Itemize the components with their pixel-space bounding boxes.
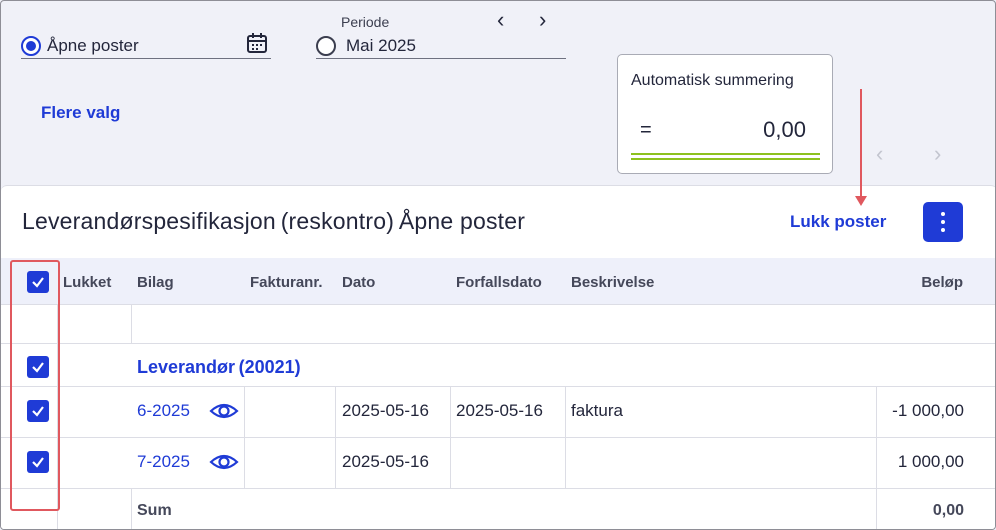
checkmark-icon	[32, 457, 44, 468]
close-posts-button[interactable]: Lukk poster	[790, 212, 886, 232]
summary-operator: =	[640, 119, 652, 141]
calendar-icon[interactable]	[246, 32, 268, 54]
row-dato: 2025-05-16	[342, 452, 429, 471]
annotation-arrow-head	[855, 196, 867, 206]
summary-underline-top	[631, 153, 820, 155]
radio-open-posts-label: Åpne poster	[47, 36, 139, 55]
summary-underline-bottom	[631, 158, 820, 160]
page-title: Leverandørspesifikasjon (reskontro) Åpne…	[22, 208, 526, 234]
pager-prev-icon[interactable]: ‹	[876, 143, 883, 165]
supplier-group-label[interactable]: Leverandør (20021)	[137, 357, 301, 378]
table-row: 7-2025 2025-05-16 1 000,00	[1, 438, 995, 489]
row-bilag-link[interactable]: 6-2025	[137, 401, 190, 421]
automatic-summary-card: Automatisk summering = 0,00	[617, 54, 833, 174]
row-belop: 1 000,00	[897, 452, 964, 471]
eye-icon[interactable]	[209, 401, 239, 421]
chevron-left-icon[interactable]: ‹	[497, 9, 504, 31]
col-beskrivelse[interactable]: Beskrivelse	[571, 274, 654, 291]
divider	[335, 387, 336, 489]
kebab-menu-icon[interactable]	[923, 202, 963, 242]
app-frame: Åpne poster Periode ‹ › Mai 2025 Flere v…	[0, 0, 996, 530]
row-forfallsdato: 2025-05-16	[456, 401, 543, 420]
open-posts-underline	[21, 58, 271, 59]
table-row-empty	[1, 305, 995, 344]
table-row-sum: Sum 0,00	[1, 489, 995, 529]
summary-value: 0,00	[763, 117, 806, 142]
group-checkbox[interactable]	[27, 356, 49, 378]
radio-period[interactable]: Mai 2025	[316, 36, 416, 56]
checkmark-icon	[32, 277, 44, 288]
row-checkbox[interactable]	[27, 400, 49, 422]
row-checkbox[interactable]	[27, 451, 49, 473]
period-underline	[316, 58, 566, 59]
divider	[565, 387, 566, 489]
pager-next-icon[interactable]: ›	[934, 143, 941, 165]
table-row: 6-2025 2025-05-16 2025-05-16 faktura -1 …	[1, 387, 995, 438]
annotation-arrow-line	[860, 89, 862, 199]
eye-icon[interactable]	[209, 452, 239, 472]
select-all-checkbox[interactable]	[27, 271, 49, 293]
radio-open-posts-indicator[interactable]	[21, 36, 41, 56]
row-dato: 2025-05-16	[342, 401, 429, 420]
more-options-link[interactable]: Flere valg	[41, 103, 120, 123]
checkmark-icon	[32, 406, 44, 417]
radio-period-label: Mai 2025	[346, 36, 416, 55]
col-bilag[interactable]: Bilag	[137, 274, 174, 291]
radio-open-posts[interactable]: Åpne poster	[21, 36, 139, 56]
col-fakturanr[interactable]: Fakturanr.	[250, 274, 323, 291]
col-belop[interactable]: Beløp	[921, 274, 963, 291]
table-header: Lukket Bilag Fakturanr. Dato Forfallsdat…	[1, 258, 995, 305]
sum-value: 0,00	[932, 502, 964, 519]
table-row-group: Leverandør (20021)	[1, 344, 995, 387]
chevron-right-icon[interactable]: ›	[539, 9, 546, 31]
row-belop: -1 000,00	[892, 401, 964, 420]
radio-period-indicator[interactable]	[316, 36, 336, 56]
divider	[131, 305, 132, 344]
row-bilag-link[interactable]: 7-2025	[137, 452, 190, 472]
col-forfallsdato[interactable]: Forfallsdato	[456, 274, 542, 291]
divider	[450, 387, 451, 489]
row-beskrivelse: faktura	[571, 401, 623, 420]
period-caption: Periode	[341, 14, 390, 30]
checkmark-icon	[32, 362, 44, 373]
sum-label: Sum	[137, 502, 172, 519]
divider	[244, 387, 245, 489]
col-lukket[interactable]: Lukket	[63, 274, 111, 291]
ledger-panel: Leverandørspesifikasjon (reskontro) Åpne…	[1, 185, 995, 529]
col-dato[interactable]: Dato	[342, 274, 375, 291]
summary-title: Automatisk summering	[631, 72, 794, 89]
